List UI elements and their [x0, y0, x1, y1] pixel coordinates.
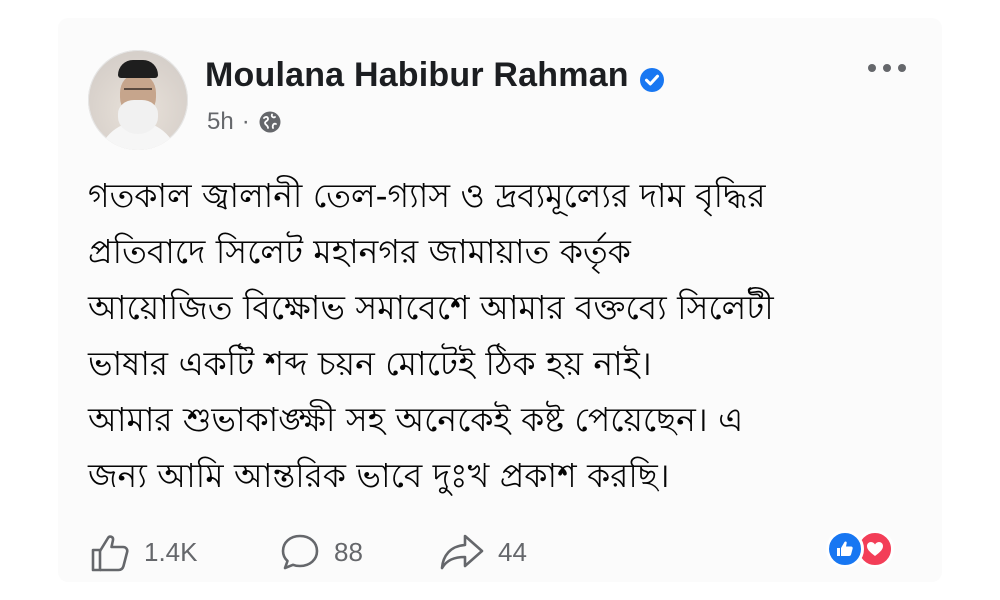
reaction-summary[interactable] [826, 530, 894, 568]
post-line: আমার শুভাকাঙ্ক্ষী সহ অনেকেই কষ্ট পেয়েছে… [88, 400, 744, 439]
more-dot [883, 64, 891, 72]
post-line: ভাষার একটি শব্দ চয়ন মোটেই ঠিক হয় নাই। [88, 344, 652, 383]
more-dot [898, 64, 906, 72]
share-button[interactable]: 44 [438, 530, 527, 574]
like-button[interactable]: 1.4K [88, 530, 198, 574]
like-count: 1.4K [144, 536, 198, 567]
like-reaction-icon [826, 530, 864, 568]
share-arrow-icon [438, 530, 486, 574]
post-meta: 5h · [207, 108, 282, 136]
globe-icon[interactable] [258, 110, 282, 134]
meta-separator: · [241, 108, 250, 135]
more-dot [868, 64, 876, 72]
author-name[interactable]: Moulana Habibur Rahman [205, 56, 629, 95]
avatar[interactable] [88, 50, 188, 150]
facebook-post-card: Moulana Habibur Rahman 5h · গতকাল জ্বালা… [0, 0, 1000, 600]
comment-bubble-icon [278, 530, 322, 574]
verified-badge-icon [639, 63, 665, 92]
author-row: Moulana Habibur Rahman [205, 56, 665, 95]
post-line: আয়োজিত বিক্ষোভ সমাবেশে আমার বক্তব্যে সি… [88, 288, 774, 327]
post-body: গতকাল জ্বালানী তেল-গ্যাস ও দ্রব্যমূল্যের… [88, 168, 928, 504]
share-count: 44 [498, 536, 527, 567]
more-options-icon[interactable] [868, 64, 906, 72]
post-line: গতকাল জ্বালানী তেল-গ্যাস ও দ্রব্যমূল্যের… [88, 176, 766, 215]
post-actions: 1.4K 88 44 [88, 524, 918, 580]
avatar-glasses [124, 88, 152, 96]
comment-count: 88 [334, 536, 363, 567]
post-line: জন্য আমি আন্তরিক ভাবে দুঃখ প্রকাশ করছি। [88, 456, 670, 495]
avatar-beard [118, 100, 158, 134]
comment-button[interactable]: 88 [278, 530, 363, 574]
post-line: প্রতিবাদে সিলেট মহানগর জামায়াত কর্তৃক [88, 232, 631, 271]
post-time[interactable]: 5h [207, 108, 234, 136]
thumbs-up-icon [88, 530, 132, 574]
avatar-cap [118, 60, 158, 78]
